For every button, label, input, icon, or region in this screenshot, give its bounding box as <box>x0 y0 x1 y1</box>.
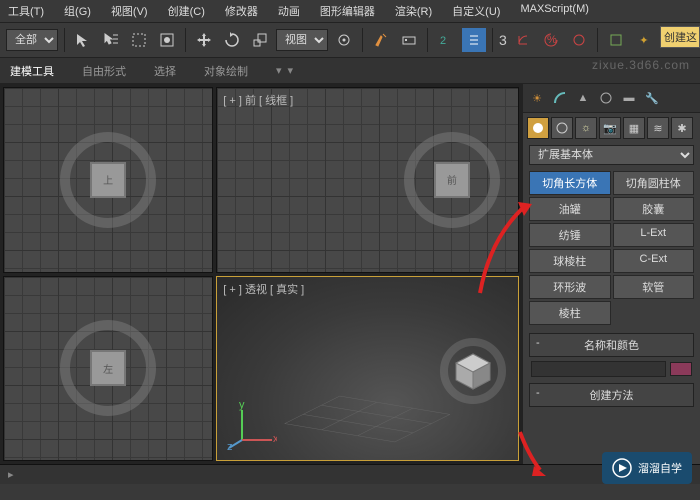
viewport-perspective[interactable]: [ + ] 透视 [ 真实 ] y x z <box>216 276 519 462</box>
angle-snap-icon[interactable] <box>511 28 535 52</box>
menu-maxscript[interactable]: MAXScript(M) <box>520 3 588 19</box>
select-move-icon[interactable] <box>192 28 216 52</box>
main-toolbar: 全部 视图 2 3 % ✦ 创建这 <box>0 22 700 58</box>
viewport-top[interactable]: 上 <box>3 87 213 273</box>
keyboard-shortcut-icon[interactable] <box>397 28 421 52</box>
snap-toggle-icon[interactable] <box>462 28 486 52</box>
capsule-button[interactable]: 胶囊 <box>613 197 695 221</box>
chamferbox-button[interactable]: 切角长方体 <box>529 171 611 195</box>
spacewarps-icon[interactable]: ≋ <box>647 117 669 139</box>
manipulate-icon[interactable] <box>369 28 393 52</box>
percent-snap-icon[interactable]: % <box>539 28 563 52</box>
viewport-front[interactable]: [ + ] 前 [ 线框 ] 前 <box>216 87 519 273</box>
workspace: 上 [ + ] 前 [ 线框 ] 前 左 [ + ] 透视 [ 真实 ] <box>0 84 700 464</box>
modify-tab-icon[interactable] <box>550 88 570 108</box>
selection-filter-dropdown[interactable]: 全部 <box>6 29 58 51</box>
svg-text:2: 2 <box>440 35 446 47</box>
menu-animation[interactable]: 动画 <box>278 3 300 19</box>
cext-button[interactable]: C-Ext <box>613 249 695 273</box>
snap-3-label: 3 <box>499 32 507 48</box>
menu-tools[interactable]: 工具(T) <box>8 3 44 19</box>
menu-customize[interactable]: 自定义(U) <box>452 3 500 19</box>
viewcube-front[interactable]: 前 <box>422 150 482 210</box>
viewport-left[interactable]: 左 <box>3 276 213 462</box>
viewcube-top[interactable]: 上 <box>78 150 138 210</box>
viewports: 上 [ + ] 前 [ 线框 ] 前 左 [ + ] 透视 [ 真实 ] <box>0 84 522 464</box>
viewport-front-label[interactable]: [ + ] 前 [ 线框 ] <box>223 92 293 108</box>
prism-button[interactable]: 棱柱 <box>529 301 611 325</box>
primitive-category-dropdown[interactable]: 扩展基本体 <box>529 145 694 165</box>
snap-2d-icon[interactable]: 2 <box>434 28 458 52</box>
chevron-down-icon[interactable]: ▾ <box>276 64 282 77</box>
svg-text:y: y <box>239 400 245 411</box>
chevron-down-icon[interactable]: ▾ <box>288 64 294 77</box>
watermark-url: zixue.3d66.com <box>592 58 690 72</box>
ribbon-selection[interactable]: 选择 <box>154 63 176 79</box>
systems-icon[interactable]: ✱ <box>671 117 693 139</box>
name-color-rollup[interactable]: 名称和颜色 <box>529 333 694 357</box>
ribbon-freeform[interactable]: 自由形式 <box>82 63 126 79</box>
menu-create[interactable]: 创建(C) <box>168 3 205 19</box>
svg-text:x: x <box>273 433 277 445</box>
maxscript-toggle-icon[interactable]: ▸ <box>8 468 14 481</box>
edit-named-sel-icon[interactable] <box>604 28 628 52</box>
watermark-badge: 溜溜自学 <box>602 452 692 484</box>
svg-text:z: z <box>227 441 233 450</box>
creation-method-rollup[interactable]: 创建方法 <box>529 383 694 407</box>
spinner-snap-icon[interactable] <box>567 28 591 52</box>
select-scale-icon[interactable] <box>248 28 272 52</box>
named-sel-icon[interactable]: ✦ <box>632 28 656 52</box>
select-object-icon[interactable] <box>71 28 95 52</box>
object-type-rollup: 切角长方体 切角圆柱体 油罐 胶囊 纺锤 L-Ext 球棱柱 C-Ext 环形波… <box>523 167 700 329</box>
play-icon <box>612 458 632 478</box>
gengon-button[interactable]: 球棱柱 <box>529 249 611 273</box>
axis-gizmo-icon: y x z <box>227 400 277 450</box>
helpers-icon[interactable]: ▦ <box>623 117 645 139</box>
motion-tab-icon[interactable] <box>596 88 616 108</box>
hose-button[interactable]: 软管 <box>613 275 695 299</box>
command-panel: ☀ ▲ ▬ 🔧 ☼ 📷 ▦ ≋ ✱ 扩展基本体 切角长方体 切角圆柱体 油罐 胶… <box>522 84 700 464</box>
select-name-icon[interactable] <box>99 28 123 52</box>
menu-graph[interactable]: 图形编辑器 <box>320 3 375 19</box>
oiltank-button[interactable]: 油罐 <box>529 197 611 221</box>
create-categories: ☼ 📷 ▦ ≋ ✱ <box>523 113 700 143</box>
lights-icon[interactable]: ☼ <box>575 117 597 139</box>
window-crossing-icon[interactable] <box>155 28 179 52</box>
menu-modifiers[interactable]: 修改器 <box>225 3 258 19</box>
ref-coord-dropdown[interactable]: 视图 <box>276 29 328 51</box>
status-bar: ▸ <box>0 464 700 484</box>
chamfercyl-button[interactable]: 切角圆柱体 <box>613 171 695 195</box>
lext-button[interactable]: L-Ext <box>613 223 695 247</box>
display-tab-icon[interactable]: ▬ <box>619 88 639 108</box>
select-region-icon[interactable] <box>127 28 151 52</box>
ringwave-button[interactable]: 环形波 <box>529 275 611 299</box>
use-center-icon[interactable] <box>332 28 356 52</box>
svg-text:%: % <box>547 34 557 46</box>
ribbon-object-paint[interactable]: 对象绘制 <box>204 63 248 79</box>
object-color-swatch[interactable] <box>670 362 692 376</box>
viewport-persp-label[interactable]: [ + ] 透视 [ 真实 ] <box>223 281 304 297</box>
viewcube-perspective[interactable] <box>452 350 494 392</box>
menu-group[interactable]: 组(G) <box>64 3 91 19</box>
hierarchy-tab-icon[interactable]: ▲ <box>573 88 593 108</box>
cameras-icon[interactable]: 📷 <box>599 117 621 139</box>
ribbon-modeling[interactable]: 建模工具 <box>10 63 54 79</box>
command-panel-tabs: ☀ ▲ ▬ 🔧 <box>523 84 700 113</box>
create-tab-icon[interactable]: ☀ <box>527 88 547 108</box>
select-rotate-icon[interactable] <box>220 28 244 52</box>
menu-render[interactable]: 渲染(R) <box>395 3 432 19</box>
shapes-icon[interactable] <box>551 117 573 139</box>
utilities-tab-icon[interactable]: 🔧 <box>642 88 662 108</box>
object-name-input[interactable] <box>531 361 666 377</box>
geometry-icon[interactable] <box>527 117 549 139</box>
create-selection-set[interactable]: 创建这 <box>660 26 700 48</box>
spindle-button[interactable]: 纺锤 <box>529 223 611 247</box>
viewcube-left[interactable]: 左 <box>78 338 138 398</box>
menu-views[interactable]: 视图(V) <box>111 3 148 19</box>
menu-bar: 工具(T) 组(G) 视图(V) 创建(C) 修改器 动画 图形编辑器 渲染(R… <box>0 0 700 22</box>
